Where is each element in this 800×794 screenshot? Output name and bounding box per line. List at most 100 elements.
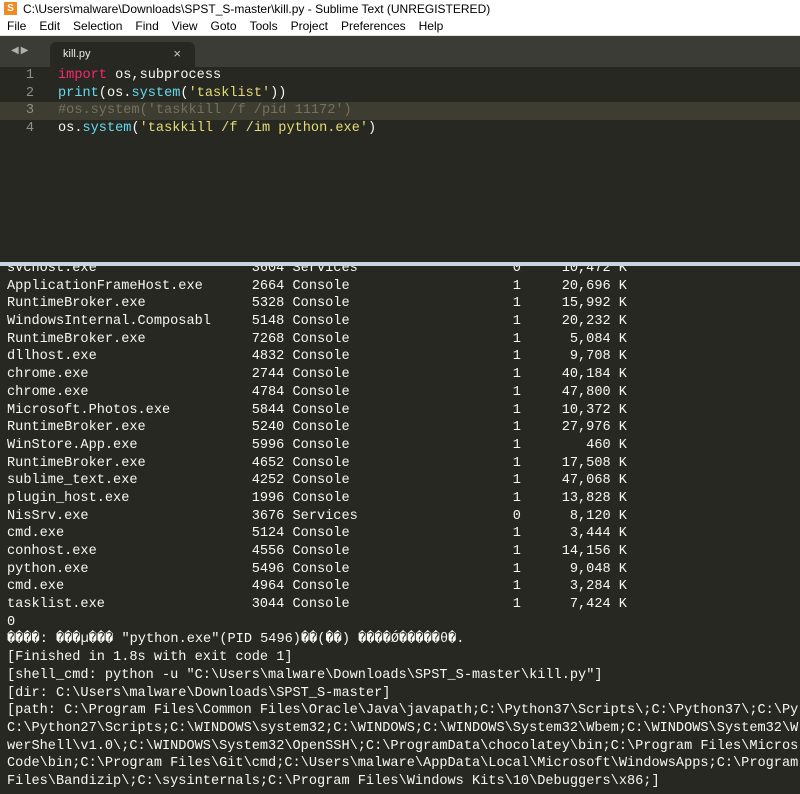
output-line: [Finished in 1.8s with exit code 1]: [7, 650, 293, 666]
image-name: WinStore.App.exe: [7, 437, 138, 453]
mem-usage: 20,696 K: [561, 278, 627, 294]
image-name: dllhost.exe: [7, 349, 97, 365]
mem-usage: 40,184 K: [561, 367, 627, 383]
line-number: 4: [25, 121, 34, 137]
session-name: Console: [292, 349, 350, 365]
process-row: chrome.exe 4784 Console 1 47,800 K: [7, 384, 800, 402]
session-number: 1: [512, 331, 521, 347]
mem-usage: 47,068 K: [561, 473, 627, 489]
menu-edit[interactable]: Edit: [32, 19, 66, 33]
session-name: Services: [292, 266, 358, 276]
menu-file[interactable]: File: [0, 19, 32, 33]
sublime-logo-icon: S: [4, 2, 17, 15]
menu-bar: File Edit Selection Find View Goto Tools Projec…: [0, 17, 800, 36]
image-name: RuntimeBroker.exe: [7, 420, 146, 436]
code-token: print: [58, 85, 99, 101]
session-name: Services: [292, 508, 358, 524]
process-row: cmd.exe 5124 Console 1 3,444 K: [7, 525, 800, 543]
menu-project[interactable]: Project: [284, 19, 334, 33]
menu-find[interactable]: Find: [128, 19, 164, 33]
process-row: NisSrv.exe 3676 Services 0 8,120 K: [7, 508, 800, 526]
window-title: C:\Users\malware\Downloads\SPST_S-master…: [23, 1, 491, 16]
pid: 4252: [251, 473, 285, 489]
session-name: Console: [292, 490, 350, 506]
process-row: Microsoft.Photos.exe 5844 Console 1 10,372 K: [7, 402, 800, 420]
pid: 3676: [251, 508, 285, 524]
image-name: chrome.exe: [7, 384, 89, 400]
mem-usage: 8,120 K: [569, 508, 627, 524]
mem-usage: 460 K: [586, 437, 627, 453]
session-number: 1: [512, 437, 521, 453]
mem-usage: 47,800 K: [561, 384, 627, 400]
menu-help[interactable]: Help: [412, 19, 450, 33]
pid: 5844: [251, 402, 285, 418]
pid: 5496: [251, 561, 285, 577]
session-name: Console: [292, 473, 350, 489]
session-name: Console: [292, 526, 350, 542]
session-name: Console: [292, 437, 350, 453]
menu-tools[interactable]: Tools: [243, 19, 284, 33]
code-editor[interactable]: 1 import os,subprocess 2 print(os.system('t…: [0, 67, 800, 262]
process-row: RuntimeBroker.exe 5328 Console 1 15,992 K: [7, 295, 800, 313]
code-token: 'tasklist': [188, 85, 271, 101]
output-line: Code\bin;C:\Program Files\Git\cmd;C:\Use…: [7, 756, 799, 772]
session-name: Console: [292, 455, 350, 471]
image-name: sublime_text.exe: [7, 473, 138, 489]
session-number: 1: [512, 402, 521, 418]
pid: 5240: [251, 420, 285, 436]
menu-goto[interactable]: Goto: [204, 19, 243, 33]
build-output-panel[interactable]: svchost.exe 3604 Services 0 10,472 K Applicat…: [0, 266, 800, 794]
session-number: 1: [512, 561, 521, 577]
pid: 3044: [251, 597, 285, 613]
session-name: Console: [292, 561, 350, 577]
image-name: cmd.exe: [7, 526, 65, 542]
process-row: ApplicationFrameHost.exe 2664 Console 1 20,6…: [7, 278, 800, 296]
title-bar: S C:\Users\malware\Downloads\SPST_S-mast…: [0, 0, 800, 17]
process-row: chrome.exe 2744 Console 1 40,184 K: [7, 366, 800, 384]
output-line: C:\Python27\Scripts;C:\WINDOWS\system32;…: [7, 720, 799, 736]
pid: 5124: [251, 526, 285, 542]
process-row: svchost.exe 3604 Services 0 10,472 K: [7, 266, 800, 278]
code-text: os.system('taskkill /f /im python.exe'): [58, 120, 376, 138]
pid: 1996: [251, 490, 285, 506]
pid: 4832: [251, 349, 285, 365]
pid: 3604: [251, 266, 285, 276]
session-number: 0: [512, 266, 521, 276]
menu-view[interactable]: View: [165, 19, 204, 33]
image-name: python.exe: [7, 561, 89, 577]
close-icon[interactable]: ×: [173, 46, 181, 61]
tab-nav-arrows-icon[interactable]: ◀▶: [11, 45, 30, 56]
session-name: Console: [292, 402, 350, 418]
code-token: os.: [58, 121, 83, 137]
process-row: python.exe 5496 Console 1 9,048 K: [7, 561, 800, 579]
mem-usage: 3,284 K: [569, 579, 627, 595]
image-name: Microsoft.Photos.exe: [7, 402, 171, 418]
process-row: RuntimeBroker.exe 5240 Console 1 27,976 K: [7, 419, 800, 437]
process-row: sublime_text.exe 4252 Console 1 47,068 K: [7, 472, 800, 490]
session-name: Console: [292, 278, 350, 294]
mem-usage: 9,048 K: [569, 561, 627, 577]
session-number: 1: [512, 296, 521, 312]
menu-preferences[interactable]: Preferences: [334, 19, 412, 33]
tab-kill-py[interactable]: kill.py ×: [50, 42, 195, 67]
code-token: #os.system('taskkill /f /pid 11172'): [58, 103, 352, 119]
code-token: os,subprocess: [106, 68, 222, 83]
image-name: chrome.exe: [7, 367, 89, 383]
menu-selection[interactable]: Selection: [66, 19, 128, 33]
pid: 5148: [251, 314, 285, 330]
code-token: ): [368, 121, 377, 137]
code-token: (os.: [98, 85, 132, 101]
session-number: 1: [512, 579, 521, 595]
pid: 5328: [251, 296, 285, 312]
mem-usage: 20,232 K: [561, 314, 627, 330]
image-name: svchost.exe: [7, 266, 97, 276]
code-text: #os.system('taskkill /f /pid 11172'): [58, 102, 352, 120]
code-token: )): [270, 85, 287, 101]
session-name: Console: [292, 544, 350, 559]
pid: 4652: [251, 455, 285, 471]
pid: 5996: [251, 437, 285, 453]
code-line: 2 print(os.system('tasklist')): [0, 85, 800, 103]
session-name: Console: [292, 384, 350, 400]
code-token: 'taskkill /f /im python.exe': [139, 121, 369, 137]
image-name: RuntimeBroker.exe: [7, 331, 146, 347]
